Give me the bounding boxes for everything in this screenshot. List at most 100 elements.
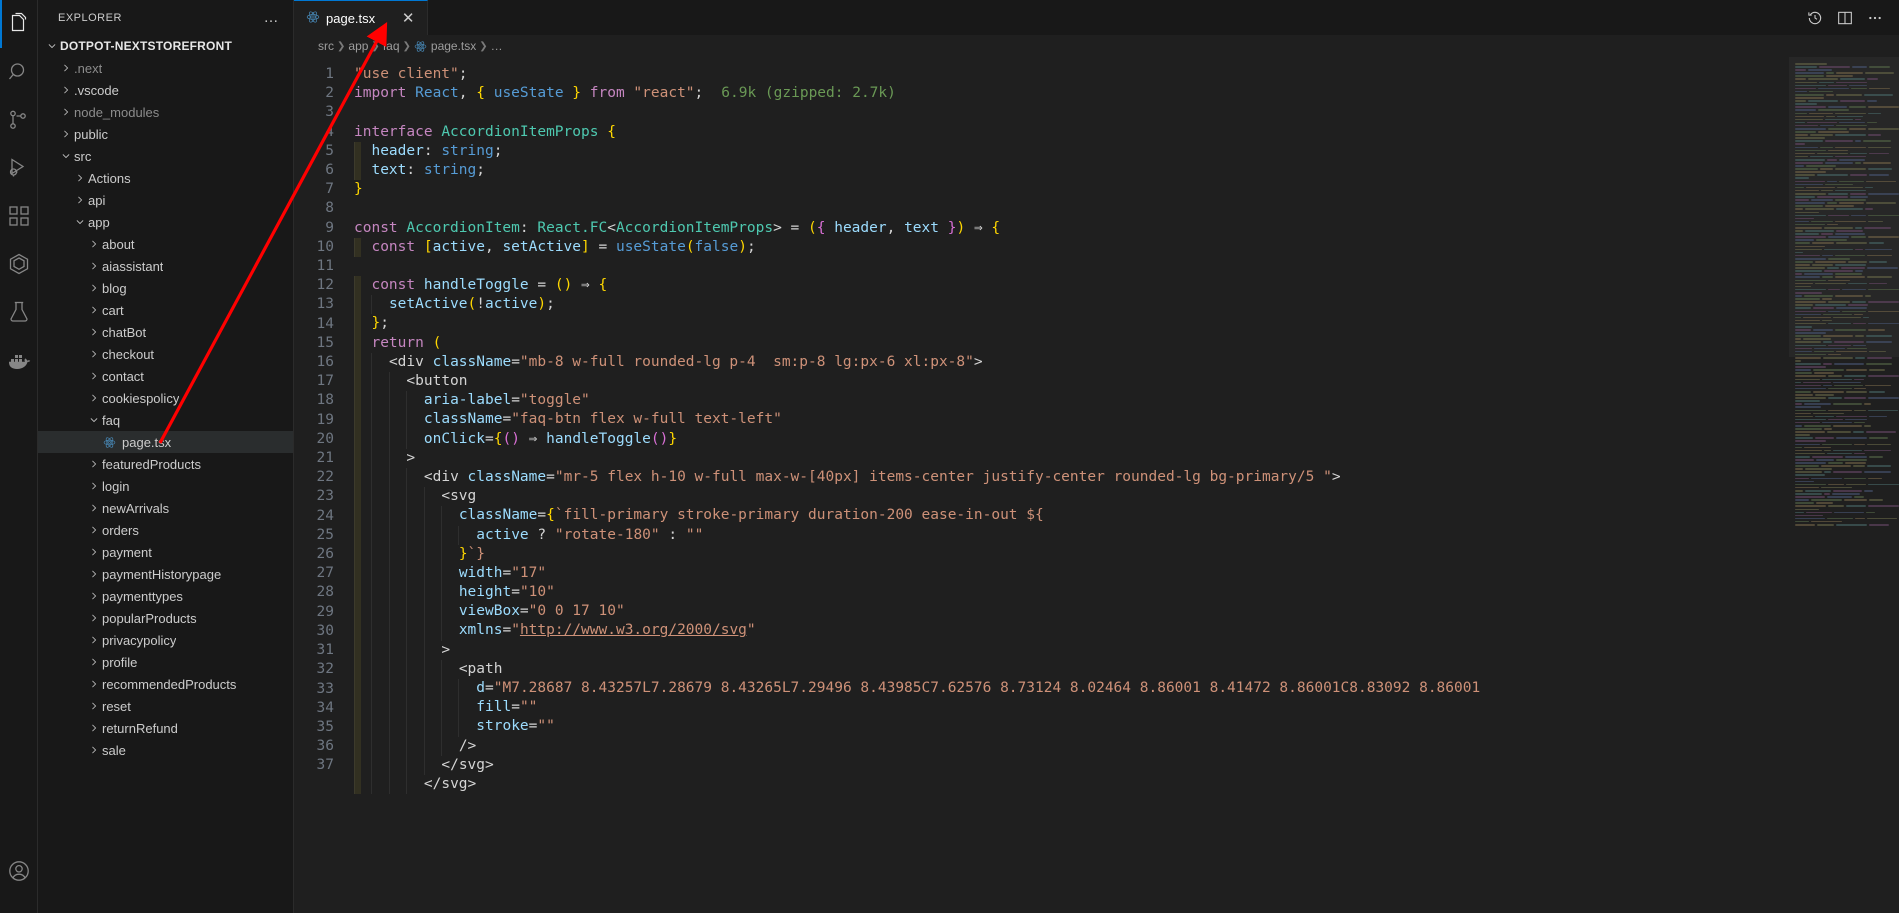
tree-item-returnrefund[interactable]: returnRefund (38, 717, 293, 739)
line-number: 37 (316, 757, 334, 774)
explorer-more-actions-icon[interactable]: … (258, 10, 286, 25)
breadcrumb-item-faq[interactable]: faq (383, 39, 400, 53)
tree-item-cookiespolicy[interactable]: cookiespolicy (38, 387, 293, 409)
activitybar-testing[interactable] (0, 288, 38, 336)
tree-item-sale[interactable]: sale (38, 739, 293, 761)
more-actions-icon[interactable] (1861, 4, 1889, 32)
chevron-right-icon[interactable] (86, 239, 102, 249)
tree-item-orders[interactable]: orders (38, 519, 293, 541)
minimap-segment (1865, 72, 1894, 74)
tree-item-newarrivals[interactable]: newArrivals (38, 497, 293, 519)
tree-item-src[interactable]: src (38, 145, 293, 167)
chevron-right-icon[interactable] (58, 85, 74, 95)
tree-item-privacypolicy[interactable]: privacypolicy (38, 629, 293, 651)
chevron-right-icon[interactable] (86, 723, 102, 733)
chevron-right-icon[interactable] (72, 173, 88, 183)
minimap-segment (1824, 248, 1853, 251)
chevron-right-icon[interactable] (86, 679, 102, 689)
minimap-segment (1854, 421, 1865, 424)
tree-item-aiassistant[interactable]: aiassistant (38, 255, 293, 277)
tree-item-profile[interactable]: profile (38, 651, 293, 673)
tree-item-about[interactable]: about (38, 233, 293, 255)
chevron-right-icon[interactable] (58, 107, 74, 117)
tree-item-api[interactable]: api (38, 189, 293, 211)
tab-close-icon[interactable]: ✕ (399, 9, 417, 27)
chevron-right-icon[interactable] (86, 569, 102, 579)
tab-page-tsx[interactable]: page.tsx ✕ (294, 0, 429, 35)
breadcrumb-item--[interactable]: … (491, 39, 503, 53)
minimap[interactable] (1789, 57, 1899, 913)
tree-item-recommendedproducts[interactable]: recommendedProducts (38, 673, 293, 695)
chevron-right-icon[interactable] (86, 349, 102, 359)
minimap-segment (1795, 486, 1819, 489)
tree-item-reset[interactable]: reset (38, 695, 293, 717)
tree-item-page-tsx[interactable]: page.tsx (38, 431, 293, 453)
chevron-right-icon[interactable] (86, 371, 102, 381)
breadcrumb-item-page-tsx[interactable]: page.tsx (414, 39, 476, 53)
chevron-right-icon[interactable] (86, 635, 102, 645)
activitybar-search[interactable] (0, 48, 38, 96)
tree-item-label: aiassistant (102, 258, 164, 274)
minimap-segment (1795, 397, 1826, 399)
tree-item--vscode[interactable]: .vscode (38, 79, 293, 101)
minimap-segment (1866, 431, 1896, 433)
chevron-right-icon[interactable] (86, 613, 102, 623)
tree-item-blog[interactable]: blog (38, 277, 293, 299)
minimap-segment (1854, 378, 1864, 381)
code-editor[interactable]: 1 2 3 4 5 6 7 8 9 10 11 12 13 14 15 16 17 18 19 20 21 22 23 24 2… (294, 57, 1899, 913)
chevron-right-icon[interactable] (86, 283, 102, 293)
breadcrumb-item-app[interactable]: app (348, 39, 368, 53)
code-content[interactable]: "use client"; import React, { useState } … (354, 57, 1789, 913)
chevron-down-icon[interactable] (86, 415, 102, 425)
activitybar-run-and-debug[interactable] (0, 144, 38, 192)
chevron-right-icon[interactable] (86, 503, 102, 513)
tree-item-login[interactable]: login (38, 475, 293, 497)
split-editor-icon[interactable] (1831, 4, 1859, 32)
tree-item-featuredproducts[interactable]: featuredProducts (38, 453, 293, 475)
minimap-segment (1821, 465, 1851, 467)
chevron-down-icon[interactable] (72, 217, 88, 227)
minimap-segment (1866, 363, 1892, 365)
timeline-icon[interactable] (1801, 4, 1829, 32)
tree-item-checkout[interactable]: checkout (38, 343, 293, 365)
chevron-down-icon[interactable] (58, 151, 74, 161)
tree-item--next[interactable]: .next (38, 57, 293, 79)
tree-item-faq[interactable]: faq (38, 409, 293, 431)
tree-item-actions[interactable]: Actions (38, 167, 293, 189)
tree-item-payment[interactable]: payment (38, 541, 293, 563)
code-line-text: import React, { useState } from "react"; (354, 85, 704, 102)
chevron-right-icon[interactable] (86, 261, 102, 271)
chevron-right-icon[interactable] (86, 459, 102, 469)
chevron-right-icon[interactable] (86, 591, 102, 601)
tree-item-contact[interactable]: contact (38, 365, 293, 387)
tree-item-cart[interactable]: cart (38, 299, 293, 321)
chevron-right-icon[interactable] (86, 305, 102, 315)
chevron-right-icon[interactable] (58, 63, 74, 73)
activitybar-accounts[interactable] (0, 847, 38, 895)
tree-item-node-modules[interactable]: node_modules (38, 101, 293, 123)
chevron-right-icon[interactable] (86, 481, 102, 491)
chevron-right-icon[interactable] (72, 195, 88, 205)
tree-item-paymenttypes[interactable]: paymenttypes (38, 585, 293, 607)
chevron-right-icon[interactable] (86, 701, 102, 711)
activitybar-remote-explorer[interactable] (0, 240, 38, 288)
breadcrumb-item-src[interactable]: src (318, 39, 334, 53)
tree-item-popularproducts[interactable]: popularProducts (38, 607, 293, 629)
activitybar-docker[interactable] (0, 336, 38, 384)
tree-item-paymenthistorypage[interactable]: paymentHistorypage (38, 563, 293, 585)
chevron-right-icon[interactable] (86, 657, 102, 667)
chevron-right-icon[interactable] (86, 525, 102, 535)
chevron-right-icon[interactable] (86, 547, 102, 557)
tree-item-app[interactable]: app (38, 211, 293, 233)
activitybar-extensions[interactable] (0, 192, 38, 240)
chevron-right-icon[interactable] (86, 327, 102, 337)
activitybar-explorer[interactable] (0, 0, 38, 48)
tree-root[interactable]: DOTPOT-NEXTSTOREFRONT (38, 35, 293, 57)
chevron-right-icon[interactable] (86, 745, 102, 755)
chevron-right-icon[interactable] (58, 129, 74, 139)
activitybar-source-control[interactable] (0, 96, 38, 144)
minimap-segment (1850, 192, 1867, 195)
chevron-right-icon[interactable] (86, 393, 102, 403)
tree-item-chatbot[interactable]: chatBot (38, 321, 293, 343)
tree-item-public[interactable]: public (38, 123, 293, 145)
